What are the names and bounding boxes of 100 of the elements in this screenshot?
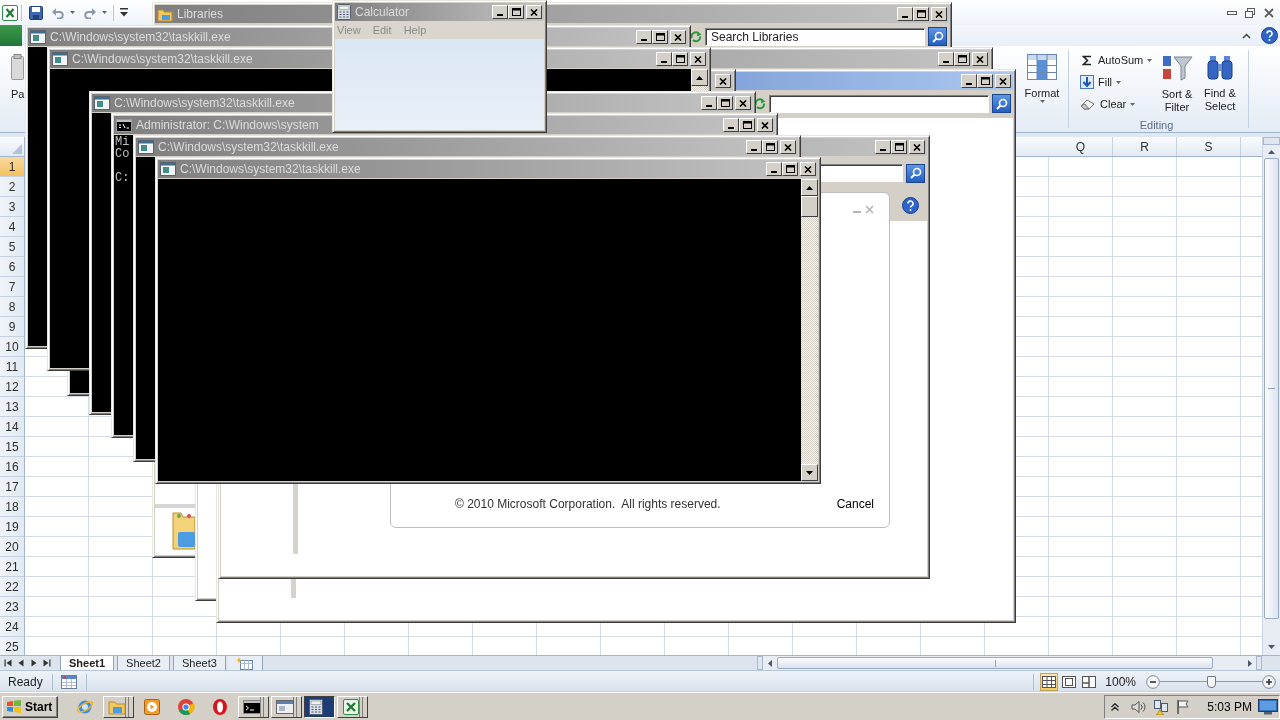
row-header[interactable]: 19 (0, 517, 25, 537)
scrollbar-thumb[interactable] (777, 657, 1213, 669)
maximize-button[interactable] (508, 5, 524, 19)
row-header[interactable]: 7 (0, 277, 25, 297)
cancel-button[interactable]: Cancel (836, 497, 874, 511)
row-header[interactable]: 14 (0, 417, 25, 437)
x-tile-icon[interactable] (2, 4, 18, 21)
minimize-button[interactable] (636, 30, 652, 44)
row-header[interactable]: 24 (0, 617, 25, 637)
row-header[interactable]: 21 (0, 557, 25, 577)
network-warning-icon[interactable] (1153, 698, 1170, 715)
previous-sheet-button[interactable] (17, 659, 25, 667)
sheet-tab[interactable]: Sheet3 (172, 656, 226, 670)
minimize-button[interactable] (723, 118, 739, 132)
scroll-up-button[interactable] (691, 69, 708, 86)
split-handle[interactable] (1256, 656, 1262, 670)
start-button[interactable]: Start (2, 695, 59, 718)
next-sheet-button[interactable] (30, 659, 38, 667)
sheet-tab[interactable]: Sheet2 (117, 656, 170, 670)
row-header[interactable]: 23 (0, 597, 25, 617)
horizontal-scrollbar[interactable] (757, 656, 1262, 670)
monitor-icon[interactable] (1258, 698, 1278, 715)
search-field[interactable] (769, 94, 989, 113)
maximize-button[interactable] (913, 7, 929, 21)
maximize-button[interactable] (717, 96, 733, 110)
scroll-down-button[interactable] (801, 464, 818, 481)
taskbar-button[interactable] (304, 695, 336, 718)
minimize-button[interactable] (938, 52, 954, 66)
speaker-icon[interactable] (1131, 699, 1148, 714)
scroll-up-button[interactable] (801, 179, 818, 196)
first-sheet-button[interactable] (4, 659, 12, 667)
row-header[interactable]: 15 (0, 437, 25, 457)
zoom-in-icon[interactable] (1262, 674, 1276, 689)
fill-button[interactable]: Fill (1078, 71, 1156, 93)
column-header[interactable]: S (1177, 137, 1241, 156)
undo-icon[interactable] (52, 6, 65, 19)
maximize-button[interactable] (891, 140, 907, 154)
format-button[interactable]: Format (1020, 46, 1064, 132)
maximize-button[interactable] (652, 30, 668, 44)
clear-button[interactable]: Clear (1078, 93, 1156, 115)
minimize-button[interactable] (656, 52, 672, 66)
row-header[interactable]: 2 (0, 177, 25, 197)
search-field[interactable]: Search Libraries (705, 27, 925, 46)
minimize-button[interactable] (746, 140, 762, 154)
maximize-button[interactable] (782, 162, 798, 176)
last-sheet-button[interactable] (43, 659, 51, 667)
refresh-icon[interactable] (690, 30, 702, 43)
row-header[interactable]: 3 (0, 197, 25, 217)
line-caret-icon[interactable] (120, 8, 128, 17)
minimize-button[interactable] (875, 140, 891, 154)
find-select-button[interactable]: Find & Select (1198, 46, 1242, 118)
minimize-button[interactable] (701, 96, 717, 110)
minimize-button[interactable] (961, 74, 977, 88)
row-header[interactable]: 12 (0, 377, 25, 397)
search-field[interactable] (819, 164, 903, 182)
row-header[interactable]: 11 (0, 357, 25, 377)
maximize-button[interactable] (739, 118, 755, 132)
row-header[interactable]: 13 (0, 397, 25, 417)
slider-thumb[interactable] (1206, 675, 1216, 688)
column-header[interactable]: R (1113, 137, 1177, 156)
row-header[interactable]: 18 (0, 497, 25, 517)
row-header[interactable]: 1 (0, 157, 25, 177)
row-header[interactable]: 20 (0, 537, 25, 557)
maximize-button[interactable] (762, 140, 778, 154)
row-header[interactable]: 9 (0, 317, 25, 337)
new-sheet-button[interactable] (227, 656, 263, 670)
row-header[interactable]: 4 (0, 217, 25, 237)
flag-icon[interactable] (1175, 698, 1192, 715)
maximize-button[interactable] (672, 52, 688, 66)
maximize-button[interactable] (954, 52, 970, 66)
row-header[interactable]: 8 (0, 297, 25, 317)
scrollbar-thumb[interactable] (1264, 158, 1279, 619)
double-chevron-icon[interactable] (1111, 702, 1120, 711)
row-header[interactable]: 25 (0, 637, 25, 655)
search-button[interactable] (928, 27, 947, 46)
row-header[interactable]: 16 (0, 457, 25, 477)
autosum-button[interactable]: AutoSum (1078, 49, 1156, 71)
split-handle[interactable] (757, 656, 763, 670)
help-icon[interactable] (902, 196, 919, 214)
maximize-button[interactable] (977, 74, 993, 88)
sort-filter-button[interactable]: Sort & Filter (1156, 46, 1198, 118)
minimize-button[interactable] (766, 162, 782, 176)
normal-view-button[interactable] (1040, 672, 1059, 691)
row-header[interactable]: 5 (0, 237, 25, 257)
collapse-ribbon-button[interactable] (1240, 30, 1253, 41)
minimize-button[interactable] (897, 7, 913, 21)
redo-icon[interactable] (83, 6, 96, 19)
row-header[interactable]: 22 (0, 577, 25, 597)
search-button[interactable] (906, 163, 925, 183)
save-icon[interactable] (29, 5, 43, 20)
column-header[interactable]: Q (1049, 137, 1113, 156)
help-button[interactable] (1259, 25, 1280, 46)
row-header[interactable]: 6 (0, 257, 25, 277)
zoom-out-icon[interactable] (1146, 674, 1160, 689)
zoom-slider[interactable] (1160, 675, 1262, 688)
search-button[interactable] (992, 94, 1011, 113)
row-header[interactable]: 10 (0, 337, 25, 357)
sheet-tab[interactable]: Sheet1 (60, 656, 115, 670)
vertical-scrollbar[interactable] (1262, 137, 1280, 655)
minimize-button[interactable] (492, 5, 508, 19)
